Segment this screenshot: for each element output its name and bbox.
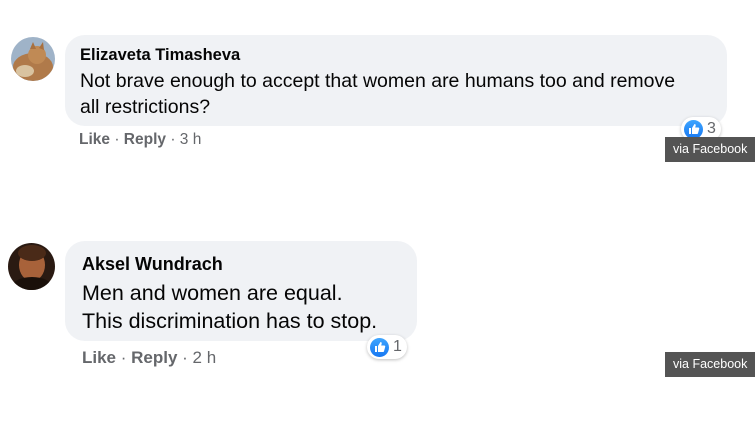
comment-author[interactable]: Elizaveta Timasheva bbox=[80, 46, 240, 65]
reaction-summary[interactable]: 1 bbox=[367, 335, 407, 359]
separator: · bbox=[110, 131, 124, 148]
comment-text: Men and women are equal. This discrimina… bbox=[82, 281, 378, 333]
source-badge: via Facebook bbox=[665, 137, 755, 162]
comment-text: Not brave enough to accept that women ar… bbox=[80, 70, 676, 118]
separator: · bbox=[177, 348, 193, 367]
like-button[interactable]: Like bbox=[79, 131, 110, 148]
reaction-count: 3 bbox=[707, 120, 716, 137]
reply-button[interactable]: Reply bbox=[124, 131, 166, 148]
comment-actions: Like · Reply · 3 h bbox=[79, 131, 201, 149]
avatar[interactable] bbox=[11, 37, 55, 81]
timestamp[interactable]: 2 h bbox=[193, 348, 217, 367]
like-button[interactable]: Like bbox=[82, 348, 116, 367]
thumbs-up-icon bbox=[684, 119, 703, 139]
reply-button[interactable]: Reply bbox=[131, 348, 177, 367]
comment-actions: Like · Reply · 2 h bbox=[82, 348, 216, 368]
reaction-count: 1 bbox=[393, 338, 402, 355]
timestamp[interactable]: 3 h bbox=[180, 131, 202, 148]
comment-author[interactable]: Aksel Wundrach bbox=[82, 254, 223, 275]
avatar[interactable] bbox=[8, 243, 55, 290]
source-badge: via Facebook bbox=[665, 352, 755, 377]
separator: · bbox=[116, 348, 132, 367]
thumbs-up-icon bbox=[370, 337, 389, 357]
separator: · bbox=[166, 131, 180, 148]
